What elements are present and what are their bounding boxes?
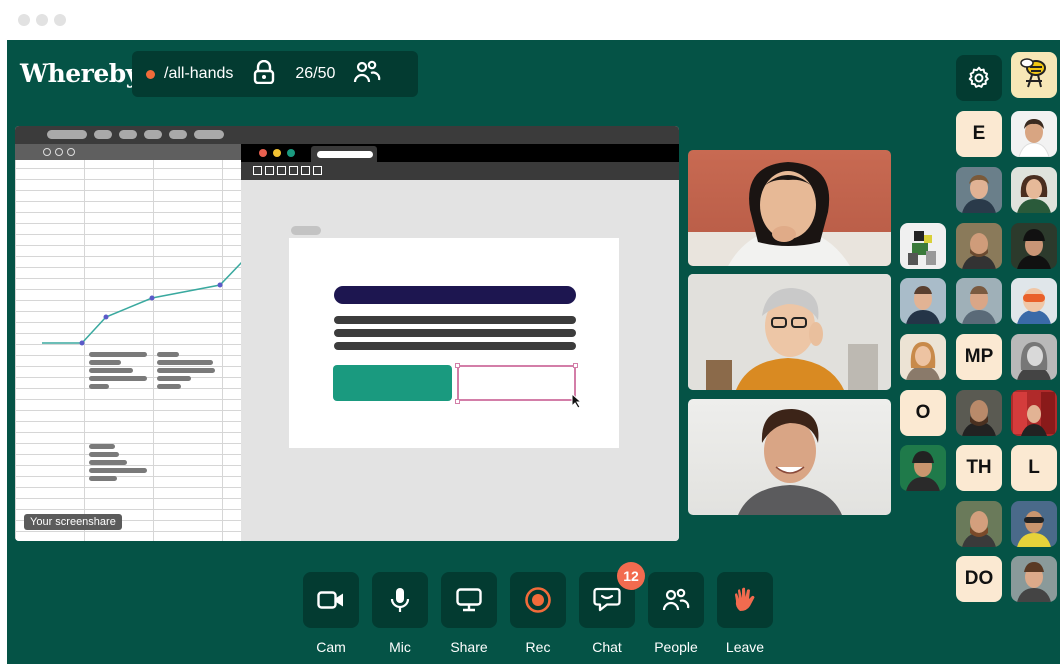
monitor-icon	[456, 588, 482, 612]
participant-tile[interactable]	[1011, 167, 1057, 213]
leave-control: Leave	[717, 572, 773, 655]
mic-label: Mic	[389, 639, 411, 655]
participant-tile[interactable]	[1011, 278, 1057, 324]
cursor-icon	[571, 393, 583, 409]
participant-tile[interactable]: E	[956, 111, 1002, 157]
line-chart	[42, 261, 242, 346]
leave-label: Leave	[725, 639, 765, 655]
web-page-mockup	[289, 238, 619, 448]
chat-label: Chat	[592, 639, 622, 655]
pixel-avatar-icon	[908, 231, 936, 265]
video-feed[interactable]	[688, 274, 891, 390]
participant-tile[interactable]	[1011, 556, 1057, 602]
mic-control: Mic	[372, 572, 428, 655]
participant-tile[interactable]	[900, 223, 946, 269]
participant-tile[interactable]	[1011, 501, 1057, 547]
participant-initials: O	[915, 402, 931, 423]
cam-label: Cam	[316, 639, 346, 655]
participant-initials: TH	[966, 457, 992, 478]
participant-tile[interactable]	[1011, 111, 1057, 157]
bee-avatar-icon	[1020, 58, 1046, 88]
mic-button[interactable]	[372, 572, 428, 628]
window-dot[interactable]	[36, 14, 48, 26]
participant-tile[interactable]	[900, 278, 946, 324]
room-name: /all-hands	[164, 65, 234, 82]
participant-tile[interactable]	[956, 501, 1002, 547]
chat-control: 12 Chat	[579, 562, 645, 655]
participant-tile[interactable]: O	[900, 390, 946, 436]
participant-video	[738, 409, 842, 515]
rec-button[interactable]	[510, 572, 566, 628]
cam-button[interactable]	[303, 572, 359, 628]
share-label: Share	[450, 639, 488, 655]
leave-button[interactable]	[717, 572, 773, 628]
participant-count: 26/50	[295, 65, 336, 82]
people-label: People	[654, 639, 698, 655]
window-dot[interactable]	[18, 14, 30, 26]
video-feed[interactable]	[688, 399, 891, 515]
gear-icon	[968, 66, 989, 88]
wave-hand-icon	[735, 587, 755, 611]
browser-window	[241, 144, 679, 541]
participant-initials: MP	[964, 346, 994, 367]
chat-unread-badge: 12	[617, 562, 645, 590]
people-icon[interactable]	[353, 60, 381, 89]
participant-tile[interactable]	[1011, 52, 1057, 98]
participant-tile[interactable]	[956, 223, 1002, 269]
chat-icon	[593, 587, 621, 612]
participant-tile[interactable]: L	[1011, 445, 1057, 491]
participant-initials: DO	[964, 568, 994, 589]
microphone-icon	[390, 588, 410, 612]
window-dot[interactable]	[54, 14, 66, 26]
participant-tile[interactable]	[956, 278, 1002, 324]
share-button[interactable]	[441, 572, 497, 628]
participant-initials: L	[1028, 457, 1040, 478]
recording-dot	[146, 69, 155, 79]
room-info-bar: /all-hands 26/50	[132, 51, 418, 97]
participant-video	[688, 162, 891, 266]
participant-tile[interactable]	[1011, 334, 1057, 380]
window-controls	[18, 14, 66, 26]
screenshare-panel[interactable]: Your screenshare	[15, 126, 679, 541]
shared-window-titlebar	[15, 126, 679, 144]
video-feed[interactable]	[688, 150, 891, 266]
participant-tile[interactable]	[956, 167, 1002, 213]
people-button[interactable]	[648, 572, 704, 628]
participant-video	[688, 274, 891, 390]
participant-initials: E	[972, 123, 986, 144]
participant-tile[interactable]	[1011, 390, 1057, 436]
spreadsheet-window	[15, 144, 242, 541]
meeting-app: Whereby /all-hands 26/50 Your screenshar…	[7, 40, 1060, 664]
participant-tile[interactable]	[900, 445, 946, 491]
participant-tile[interactable]: MP	[956, 334, 1002, 380]
settings-button[interactable]	[956, 55, 1002, 101]
people-icon	[662, 588, 690, 611]
cam-control: Cam	[303, 572, 359, 655]
whereby-logo: Whereby	[20, 59, 140, 88]
participant-tile[interactable]	[900, 334, 946, 380]
chat-button[interactable]: 12	[579, 562, 645, 628]
people-control: People	[648, 572, 704, 655]
record-icon	[525, 587, 551, 613]
rec-control: Rec	[510, 572, 566, 655]
participant-tile[interactable]	[1011, 223, 1057, 269]
screenshare-label: Your screenshare	[24, 514, 122, 530]
lock-icon[interactable]	[253, 59, 295, 89]
participant-tile[interactable]: DO	[956, 556, 1002, 602]
camera-icon	[317, 591, 343, 609]
participant-tile[interactable]	[956, 390, 1002, 436]
participant-tile[interactable]: TH	[956, 445, 1002, 491]
rec-label: Rec	[525, 639, 551, 655]
share-control: Share	[441, 572, 497, 655]
